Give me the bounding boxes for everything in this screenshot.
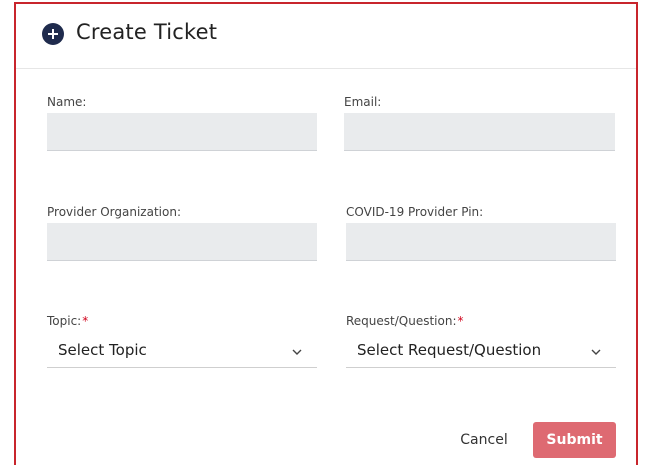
plus-circle-icon [42, 23, 64, 45]
email-field[interactable] [344, 113, 615, 151]
submit-button[interactable]: Submit [533, 422, 616, 458]
request-question-label: Request/Question:* [346, 314, 464, 328]
name-label: Name: [47, 95, 87, 109]
name-field[interactable] [47, 113, 317, 151]
chevron-down-icon [292, 349, 302, 355]
topic-required-marker: * [82, 314, 89, 328]
topic-label: Topic:* [47, 314, 88, 328]
request-required-marker: * [457, 314, 464, 328]
email-label: Email: [344, 95, 382, 109]
topic-selected-value: Select Topic [58, 341, 147, 359]
provider-pin-field[interactable] [346, 223, 616, 261]
dialog-title: Create Ticket [76, 20, 218, 44]
create-ticket-dialog: Create Ticket Name: Email: Provider Orga… [14, 2, 638, 465]
dialog-header: Create Ticket [16, 4, 636, 69]
chevron-down-icon [591, 349, 601, 355]
request-question-select[interactable]: Select Request/Question [346, 336, 616, 368]
topic-select[interactable]: Select Topic [47, 336, 317, 368]
provider-organization-field[interactable] [47, 223, 317, 261]
provider-pin-label: COVID-19 Provider Pin: [346, 205, 484, 219]
provider-organization-label: Provider Organization: [47, 205, 181, 219]
request-question-selected-value: Select Request/Question [357, 341, 542, 359]
topic-label-text: Topic: [47, 314, 82, 328]
request-question-label-text: Request/Question: [346, 314, 457, 328]
cancel-button[interactable]: Cancel [454, 428, 514, 452]
